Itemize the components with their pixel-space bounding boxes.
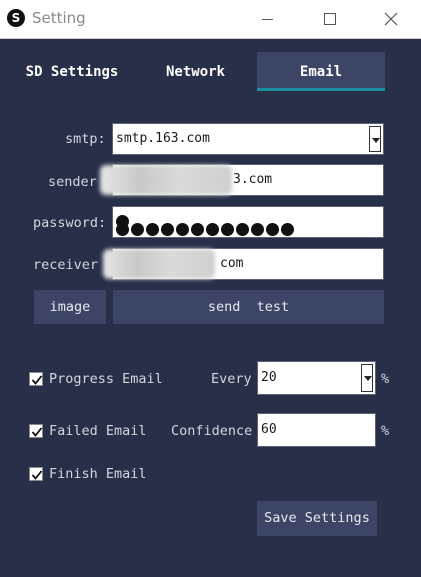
sender-value: 3.com bbox=[233, 172, 273, 187]
minimize-button[interactable] bbox=[245, 0, 291, 38]
password-dot bbox=[236, 223, 249, 236]
tab-email[interactable]: Email bbox=[257, 52, 385, 91]
password-dot bbox=[251, 223, 264, 236]
password-dot bbox=[161, 223, 174, 236]
checkmark-icon bbox=[31, 375, 43, 385]
receiver-value: com bbox=[220, 256, 244, 271]
every-select[interactable]: 20 bbox=[257, 361, 376, 395]
password-mask bbox=[116, 215, 294, 236]
failed-email-label: Failed Email bbox=[49, 423, 147, 439]
title-bar: S Setting bbox=[0, 0, 421, 39]
finish-email-label: Finish Email bbox=[49, 466, 147, 482]
image-button[interactable]: image bbox=[34, 290, 106, 324]
password-label: password: bbox=[33, 215, 107, 231]
window-title: Setting bbox=[32, 9, 86, 27]
checkmark-icon bbox=[31, 470, 43, 480]
password-dot bbox=[281, 223, 294, 236]
smtp-select[interactable]: smtp.163.com bbox=[112, 123, 384, 155]
confidence-unit: % bbox=[381, 423, 390, 439]
password-field[interactable] bbox=[112, 206, 384, 238]
confidence-label: Confidence bbox=[171, 423, 253, 439]
every-value: 20 bbox=[261, 370, 277, 385]
failed-email-checkbox[interactable] bbox=[29, 424, 43, 438]
password-dot bbox=[176, 223, 189, 236]
smtp-value: smtp.163.com bbox=[116, 131, 210, 146]
finish-email-checkbox[interactable] bbox=[29, 467, 43, 481]
checkmark-icon bbox=[31, 427, 43, 437]
password-dot bbox=[221, 223, 234, 236]
close-button[interactable] bbox=[368, 0, 414, 38]
tab-sd-settings[interactable]: SD Settings bbox=[10, 52, 134, 90]
chevron-down-icon[interactable] bbox=[369, 126, 381, 152]
confidence-value: 60 bbox=[261, 422, 277, 437]
tab-network[interactable]: Network bbox=[135, 52, 256, 90]
app-logo-icon: S bbox=[7, 9, 25, 27]
password-dot bbox=[191, 223, 204, 236]
save-settings-button[interactable]: Save Settings bbox=[257, 501, 377, 536]
send-test-button[interactable]: send test bbox=[113, 290, 384, 324]
redacted-receiver bbox=[103, 249, 215, 279]
every-label: Every bbox=[211, 371, 252, 387]
password-dot bbox=[146, 223, 159, 236]
receiver-label: receiver bbox=[33, 257, 99, 273]
close-icon bbox=[384, 12, 398, 26]
redacted-sender bbox=[100, 165, 232, 195]
password-dot bbox=[206, 223, 219, 236]
chevron-down-icon[interactable] bbox=[361, 364, 373, 392]
maximize-button[interactable] bbox=[307, 0, 353, 38]
sender-label: sender bbox=[48, 174, 97, 190]
password-dot bbox=[266, 223, 279, 236]
smtp-label: smtp: bbox=[65, 131, 106, 147]
progress-email-label: Progress Email bbox=[49, 371, 163, 387]
password-dot bbox=[131, 223, 144, 236]
password-dot bbox=[116, 223, 129, 236]
every-unit: % bbox=[381, 371, 390, 387]
confidence-field[interactable]: 60 bbox=[257, 413, 376, 447]
progress-email-checkbox[interactable] bbox=[29, 372, 43, 386]
